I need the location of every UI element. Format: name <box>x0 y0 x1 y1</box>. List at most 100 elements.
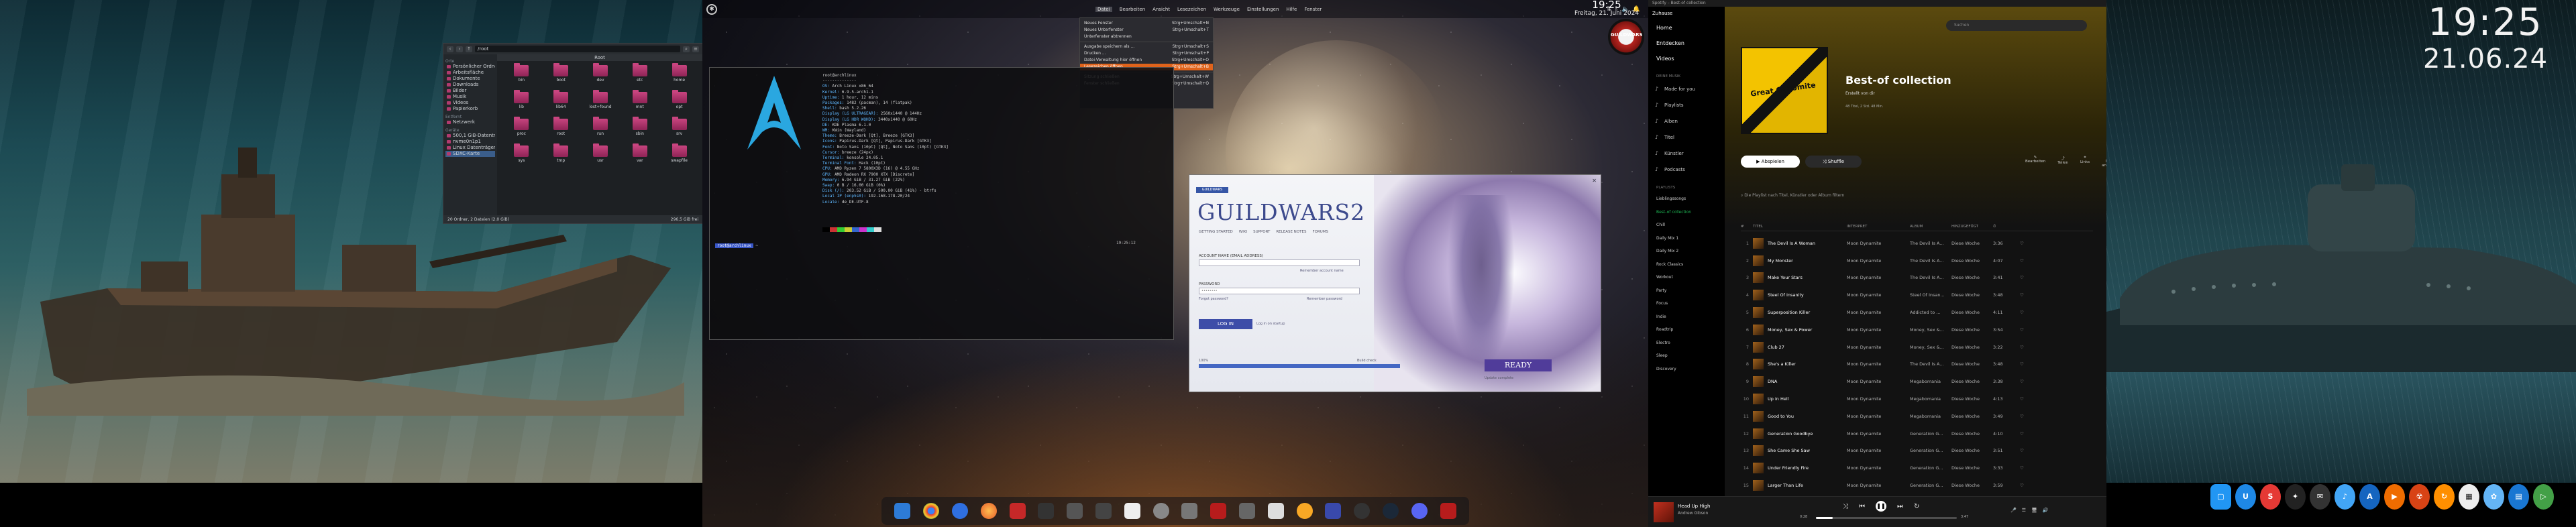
menu-ansicht[interactable]: Ansicht <box>1152 7 1170 12</box>
playlist-action-button[interactable]: ⤴ Teilen <box>2057 156 2068 168</box>
launcher-nav-link[interactable]: FORUMS <box>1312 230 1328 234</box>
track-album[interactable]: The Devil Is A... <box>1910 361 1951 367</box>
library-item[interactable]: Alben <box>1652 113 1721 129</box>
track-artist[interactable]: Moon Dynamite <box>1847 414 1910 419</box>
track-row[interactable]: 9 DNA Moon Dynamite Megabomania Diese Woche 3… <box>1741 373 2093 390</box>
mail-icon[interactable]: ✉ <box>2310 484 2330 510</box>
system-monitor-icon[interactable] <box>1067 503 1083 519</box>
top-bar-clock[interactable]: 19:25 Freitag, 21. Juni 2024 <box>1574 0 1639 17</box>
menu-lesezeichen[interactable]: Lesezeichen <box>1177 7 1206 12</box>
photos-icon[interactable]: ✿ <box>2483 484 2504 510</box>
queue-icon[interactable]: ☰ <box>2022 508 2026 513</box>
scribus-icon[interactable]: S <box>2260 484 2281 510</box>
track-row[interactable]: 15 Larger Than Life Moon Dynamite Generatio… <box>1741 477 2093 494</box>
calendar-icon[interactable] <box>1267 503 1284 519</box>
track-album[interactable]: Steel Of Insan... <box>1910 292 1951 298</box>
track-title[interactable]: She's a Killer <box>1768 361 1847 367</box>
sidebar-place[interactable]: Papierkorb <box>445 106 495 112</box>
playlist-item[interactable]: Daily Mix 2 <box>1652 245 1721 258</box>
playlist-item[interactable]: Workout <box>1652 271 1721 284</box>
files-dock-icon[interactable]: ▢ <box>2210 484 2231 510</box>
library-item[interactable]: Podcasts <box>1652 162 1721 178</box>
shuffle-icon[interactable]: ⤨ <box>1843 503 1848 510</box>
folder-item[interactable]: proc <box>502 117 541 144</box>
lyrics-icon[interactable]: 🎤 <box>2010 508 2017 513</box>
gaming-app-icon[interactable] <box>1354 503 1371 519</box>
sidebar-device[interactable]: nvme0n1p1 <box>445 139 495 145</box>
playlist-item[interactable]: Sleep <box>1652 349 1721 363</box>
search-input[interactable]: Suchen <box>1946 20 2087 31</box>
previous-icon[interactable]: ⏮ <box>1859 503 1865 510</box>
track-row[interactable]: 12 Generation Goodbye Moon Dynamite Generat… <box>1741 425 2093 443</box>
track-artist[interactable]: Moon Dynamite <box>1847 310 1910 315</box>
menu-fenster[interactable]: Fenster <box>1304 7 1322 12</box>
folder-item[interactable]: sbin <box>621 117 659 144</box>
sidebar-place[interactable]: Videos <box>445 100 495 106</box>
sidebar-device[interactable]: SDXC-Karte <box>445 151 495 157</box>
menu-werkzeuge[interactable]: Werkzeuge <box>1214 7 1240 12</box>
folder-item[interactable]: srv <box>660 117 698 144</box>
heart-icon[interactable]: ♡ <box>2020 241 2024 246</box>
playlist-item[interactable]: Party <box>1652 284 1721 298</box>
thunderbird-icon[interactable] <box>951 503 968 519</box>
weather-icon[interactable] <box>1296 503 1313 519</box>
folder-item[interactable]: usr <box>582 143 620 171</box>
library-item[interactable]: Made for you <box>1652 81 1721 97</box>
menu-item[interactable]: Neues Unterfenster Strg+Umschalt+T <box>1080 27 1213 34</box>
column-header[interactable]: HINZUGEFÜGT <box>1951 225 1993 231</box>
playlist-item[interactable]: Rock Classics <box>1652 258 1721 272</box>
column-header[interactable]: ALBUM <box>1910 225 1951 231</box>
playlist-item[interactable]: Focus <box>1652 297 1721 310</box>
folder-item[interactable]: run <box>582 117 620 144</box>
volume-icon[interactable]: 🔊 <box>2043 508 2049 513</box>
folder-item[interactable]: home <box>660 63 698 91</box>
heart-icon[interactable]: ♡ <box>2020 379 2024 384</box>
sidebar-place[interactable]: Arbeitsfläche <box>445 70 495 76</box>
track-album[interactable]: Megabomania <box>1910 414 1951 419</box>
library-item[interactable]: Titel <box>1652 129 1721 145</box>
heart-icon[interactable]: ♡ <box>2020 292 2024 298</box>
track-artist[interactable]: Moon Dynamite <box>1847 465 1910 471</box>
sidebar-remote[interactable]: Netzwerk <box>445 119 495 125</box>
folder-item[interactable]: lib <box>502 90 541 117</box>
track-album[interactable]: Addicted to ... <box>1910 310 1951 315</box>
track-album[interactable]: The Devil Is A... <box>1910 275 1951 280</box>
folder-item[interactable]: bin <box>502 63 541 91</box>
text-editor-icon[interactable] <box>1124 503 1140 519</box>
folder-item[interactable]: var <box>621 143 659 171</box>
track-title[interactable]: Up in Hell <box>1768 396 1847 402</box>
image-viewer-icon[interactable] <box>1181 503 1198 519</box>
track-artist[interactable]: Moon Dynamite <box>1847 361 1910 367</box>
track-artist[interactable]: Moon Dynamite <box>1847 396 1910 402</box>
library-item[interactable]: Künstler <box>1652 145 1721 162</box>
playlist-item[interactable]: Roadtrip <box>1652 323 1721 337</box>
forward-arrow-icon[interactable]: › <box>456 46 463 52</box>
sidebar-place[interactable]: Persönlicher Ordner <box>445 64 495 70</box>
menu-item[interactable]: Neues Fenster Strg+Umschalt+N <box>1080 20 1213 27</box>
library-item[interactable]: Playlists <box>1652 97 1721 113</box>
track-title[interactable]: Larger Than Life <box>1768 483 1847 488</box>
filter-input[interactable]: ⌕ Die Playlist nach Titel, Künstler oder… <box>1741 193 1844 198</box>
track-title[interactable]: Steel Of Insanity <box>1768 292 1847 298</box>
track-artist[interactable]: Moon Dynamite <box>1847 431 1910 436</box>
folder-item[interactable]: opt <box>660 90 698 117</box>
folder-item[interactable]: sys <box>502 143 541 171</box>
track-row[interactable]: 14 Under Friendly Fire Moon Dynamite Genera… <box>1741 459 2093 477</box>
heart-icon[interactable]: ♡ <box>2020 275 2024 280</box>
play-button[interactable]: ▶ Abspielen <box>1741 156 1800 168</box>
playlist-item[interactable]: Daily Mix 1 <box>1652 232 1721 245</box>
playlist-item[interactable]: Discovery <box>1652 363 1721 376</box>
track-title[interactable]: My Monster <box>1768 258 1847 264</box>
track-album[interactable]: Money, Sex &... <box>1910 327 1951 333</box>
archive-icon[interactable]: ▤ <box>2508 484 2529 510</box>
launcher-nav-link[interactable]: SUPPORT <box>1253 230 1270 234</box>
forgot-password-link[interactable]: Forgot password? <box>1199 297 1228 301</box>
folder-item[interactable]: boot <box>542 63 580 91</box>
track-album[interactable]: Generation G... <box>1910 483 1951 488</box>
remember-password-checkbox[interactable]: Remember password <box>1307 297 1342 301</box>
media-player-icon[interactable] <box>1095 503 1112 519</box>
up-arrow-icon[interactable]: ↑ <box>466 46 472 52</box>
sidebar-nav-item[interactable]: Entdecken <box>1652 36 1721 51</box>
track-album[interactable]: Generation G... <box>1910 431 1951 436</box>
heart-icon[interactable]: ♡ <box>2020 310 2024 315</box>
